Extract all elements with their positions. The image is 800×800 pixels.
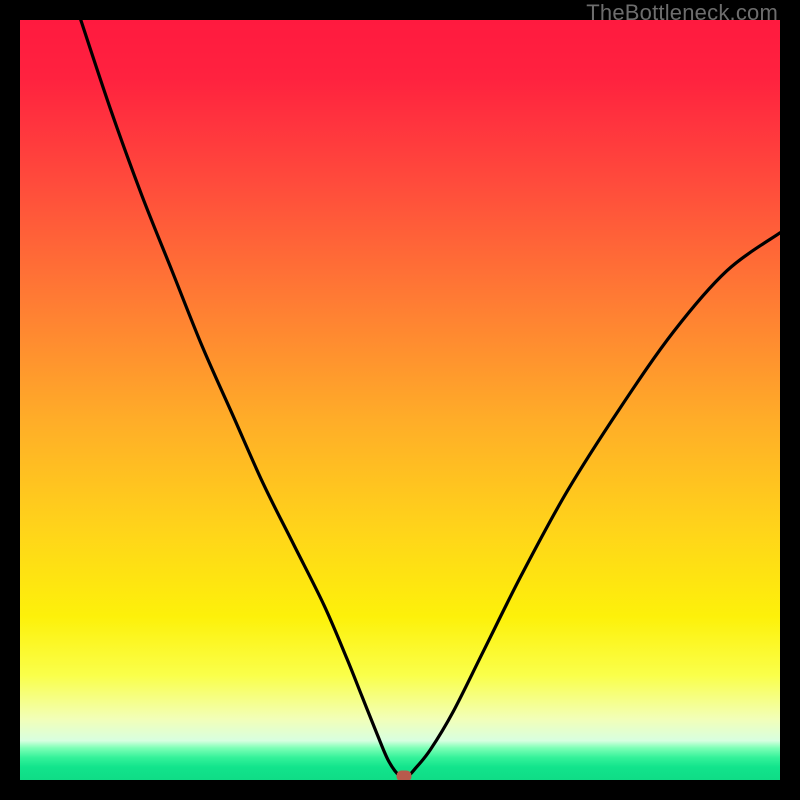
bottleneck-curve [81,20,780,778]
curve-layer [20,20,780,780]
chart-frame: TheBottleneck.com [0,0,800,800]
plot-area [20,20,780,780]
optimum-marker [396,771,411,780]
